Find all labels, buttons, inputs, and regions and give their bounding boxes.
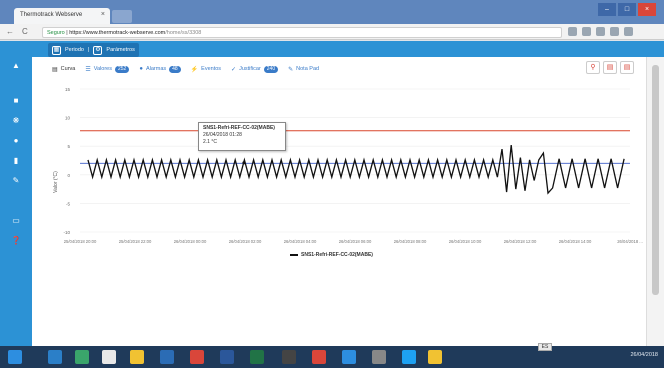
system-tray: 26/04/2018 [630,352,658,358]
legend-label: SNS1-Refri-REF-CC-02(MABE) [301,252,373,258]
close-window-button[interactable]: × [638,3,656,16]
legend-swatch [290,254,298,256]
app-icon[interactable] [428,350,442,364]
powerpoint-icon[interactable] [190,350,204,364]
extension-icon[interactable] [610,27,619,36]
x-tick-label: 26/04/2018 ... [617,239,643,244]
minimize-button[interactable]: – [598,3,616,16]
reload-icon[interactable]: C [22,27,28,36]
x-tick-label: 25/04/2018 22:00 [119,239,152,244]
device-icon[interactable]: ▮ [0,156,32,165]
outlook-icon[interactable] [160,350,174,364]
app-header: ▦ Periodo | ⚙ Parámetros [32,41,664,57]
x-tick-label: 26/04/2018 02:00 [229,239,262,244]
secure-label: Seguro [47,30,65,36]
home-icon[interactable]: ■ [0,96,32,105]
browser-titlebar: Thermotrack Webserve × – □ × [0,0,664,24]
browser-extensions [568,27,633,36]
home-app-icon[interactable] [102,350,116,364]
tooltip-title: SNS1-Refri-REF-CC-02(MABE) [203,125,275,131]
x-tick-label: 25/04/2018 20:00 [64,239,97,244]
scrollbar-thumb[interactable] [652,65,659,295]
y-axis-label: Valor (°C) [53,171,59,193]
store-icon[interactable] [75,350,89,364]
chart-legend[interactable]: SNS1-Refri-REF-CC-02(MABE) [290,252,373,258]
address-bar[interactable]: Seguro | https://www.thermotrack-webserv… [42,27,562,38]
calendar-icon[interactable]: ▦ [52,45,61,55]
tab-close-icon[interactable]: × [101,11,105,18]
amazon-icon[interactable] [282,350,296,364]
series-line [87,145,625,195]
hover-point [242,161,246,165]
browser-icon[interactable] [372,350,386,364]
y-tick-label: 5 [67,144,70,149]
language-badge[interactable]: ES [538,343,552,351]
user-icon[interactable]: ▲ [0,61,32,70]
x-tick-label: 26/04/2018 12:00 [504,239,537,244]
period-parameters-group: ▦ Periodo | ⚙ Parámetros [48,43,139,57]
app-t-icon[interactable] [312,350,326,364]
main-content: ▤ Curva ☰ Valores 252 ● Alarmas 48 ⚡ Eve… [32,57,646,346]
word-icon[interactable] [220,350,234,364]
x-tick-label: 26/04/2018 10:00 [449,239,482,244]
tab-title: Thermotrack Webserve [20,12,83,18]
y-axis-ticks: 15 10 5 0 -5 -10 [63,87,630,235]
skype-icon[interactable] [402,350,416,364]
chat-icon[interactable] [342,350,356,364]
y-tick-label: -5 [66,201,70,206]
back-arrow-icon[interactable]: ← [6,27,14,36]
page-scrollbar[interactable] [646,57,664,346]
extension-icon[interactable] [582,27,591,36]
y-tick-label: 0 [67,173,70,178]
tooltip-value: 2.1 °C [203,139,217,145]
y-tick-label: 10 [65,116,71,121]
edge-icon[interactable] [48,350,62,364]
temperature-chart: 151050-5-10 25/04/2018 20:00 25/04/2018 2… [53,87,643,244]
settings-icon[interactable]: ❋ [0,116,32,125]
os-taskbar: 26/04/2018 [0,346,664,368]
parametros-button[interactable]: Parámetros [106,47,134,53]
menu-icon[interactable] [624,27,633,36]
address-path: /home/ss/3308 [165,30,202,36]
start-icon[interactable] [8,350,22,364]
gear-icon[interactable]: ⚙ [93,45,103,55]
x-tick-label: 26/04/2018 06:00 [339,239,372,244]
chart-tooltip: SNS1-Refri-REF-CC-02(MABE) 26/04/2018 01… [198,122,286,151]
thermometer-icon[interactable]: ● [0,136,32,145]
maximize-button[interactable]: □ [618,3,636,16]
browser-tab[interactable]: Thermotrack Webserve × [14,8,110,24]
y-tick-label: -10 [63,230,70,235]
x-tick-label: 26/04/2018 04:00 [284,239,317,244]
address-host: https://www.thermotrack-webserve.com [69,30,166,36]
x-tick-label: 26/04/2018 14:00 [559,239,592,244]
excel-icon[interactable] [250,350,264,364]
app-sidebar: ▲ ■ ❋ ● ▮ ✎ ▭ ❓ [0,41,32,346]
periodo-button[interactable]: Periodo [65,47,84,53]
x-axis-ticks: 25/04/2018 20:00 25/04/2018 22:00 26/04/20… [64,239,643,244]
window-controls: – □ × [598,3,656,16]
new-tab-button[interactable] [112,10,132,23]
browser-toolbar: ← C Seguro | https://www.thermotrack-web… [0,24,664,40]
edit-icon[interactable]: ✎ [0,176,32,185]
x-tick-label: 26/04/2018 00:00 [174,239,207,244]
folder-icon[interactable] [130,350,144,364]
y-tick-label: 15 [65,87,71,92]
star-icon[interactable] [568,27,577,36]
extension-icon[interactable] [596,27,605,36]
monitor-icon[interactable]: ▭ [0,216,32,225]
x-tick-label: 26/04/2018 08:00 [394,239,427,244]
tooltip-time: 26/04/2018 01:28 [203,132,242,138]
help-icon[interactable]: ❓ [0,236,32,245]
